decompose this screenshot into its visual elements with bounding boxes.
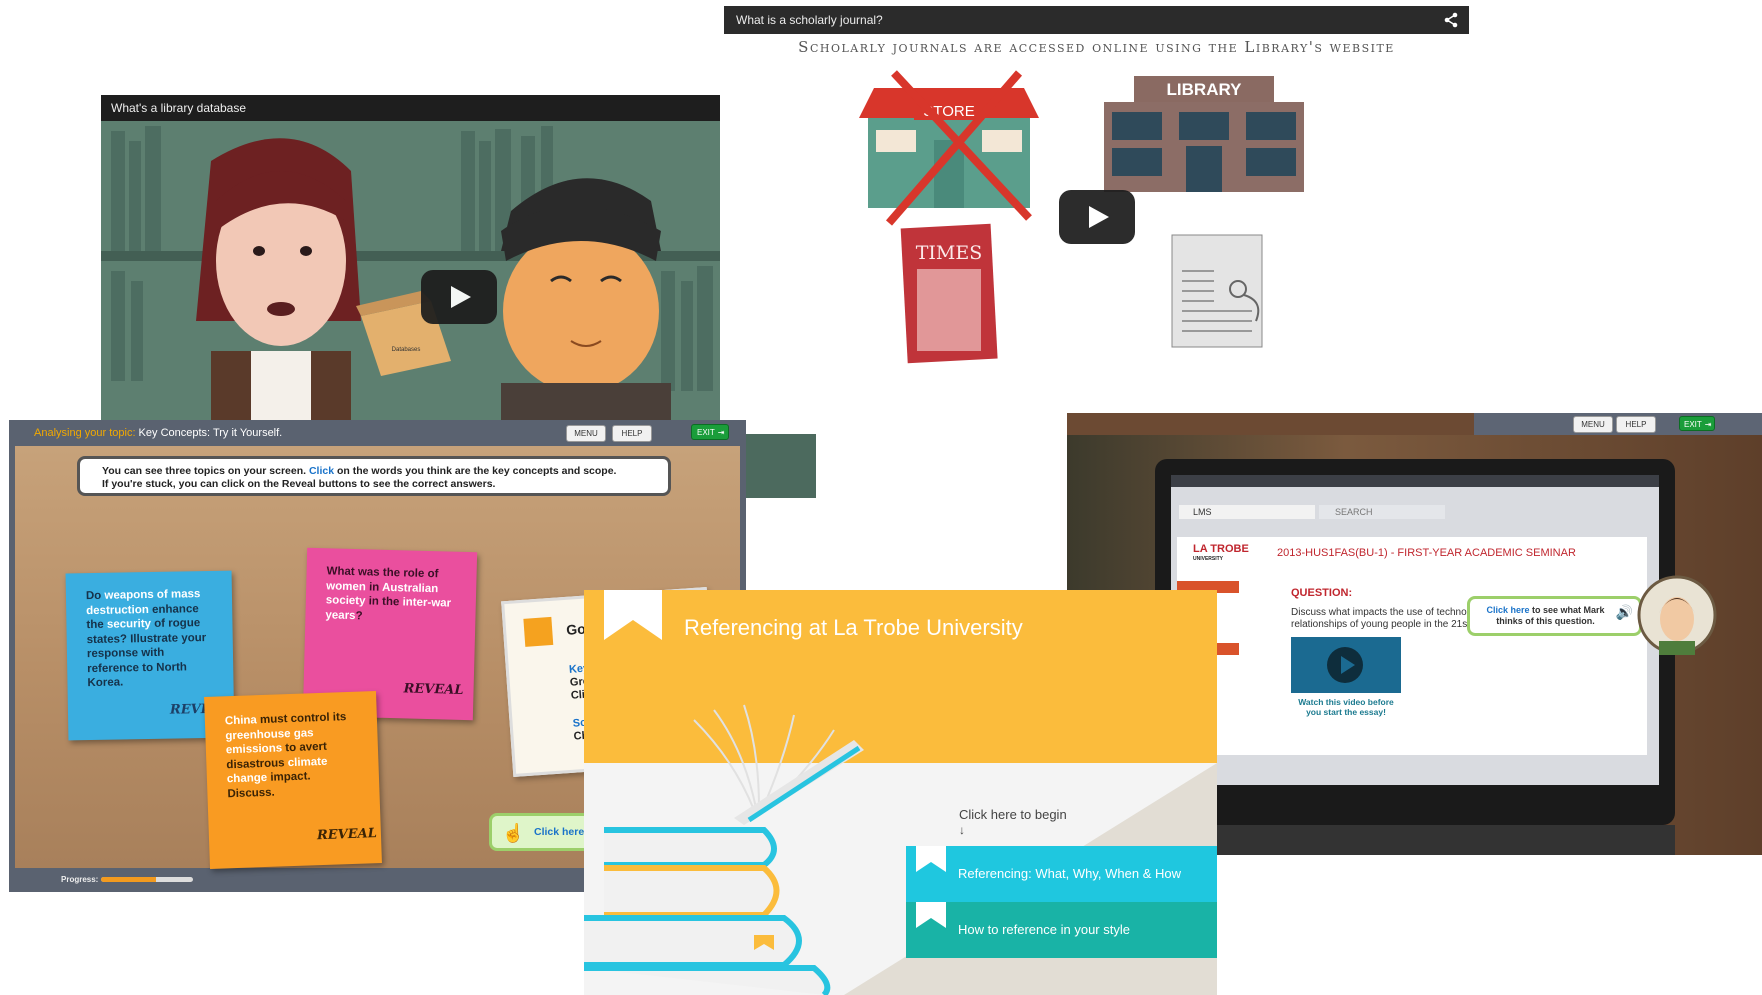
instruction-text: You can see three topics on your screen. xyxy=(102,465,309,477)
lms-toolbar: MENU HELP EXIT ⇥ xyxy=(1474,413,1762,435)
question-heading: QUESTION: xyxy=(1291,587,1353,599)
course-title: 2013-HUS1FAS(BU-1) - FIRST-YEAR ACADEMIC… xyxy=(1277,547,1576,559)
exit-label: EXIT xyxy=(697,428,715,437)
bookshelf-background: Databases xyxy=(101,121,720,425)
breadcrumb: Analysing your topic: Key Concepts: Try … xyxy=(34,427,282,439)
instruction-text-end: on the words you think are the key conce… xyxy=(334,465,617,477)
books-illustration xyxy=(584,704,864,995)
exit-button[interactable]: EXIT ⇥ xyxy=(1679,416,1715,431)
library-sign: LIBRARY xyxy=(1167,80,1243,99)
concept-word[interactable]: women xyxy=(326,580,366,593)
background-panel xyxy=(746,434,816,498)
menu-button[interactable]: MENU xyxy=(566,425,606,442)
progress-bar xyxy=(101,877,193,882)
button-reference-your-style[interactable]: How to reference in your style xyxy=(906,902,1217,958)
instruction-line-2: If you're stuck, you can click on the Re… xyxy=(102,478,496,490)
video-title: What's a library database xyxy=(111,101,247,115)
scholarly-journal-video[interactable]: What is a scholarly journal? Scholarly j… xyxy=(724,6,1469,426)
lms-page: LA TROBE UNIVERSITY 2013-HUS1FAS(BU-1) -… xyxy=(1177,537,1647,755)
tab-lms[interactable]: LMS xyxy=(1179,505,1315,519)
begin-prompt: Click here to begin xyxy=(959,807,1067,822)
hand-pointer-icon: ☝ xyxy=(502,823,525,843)
down-arrow-icon: ↓ xyxy=(959,823,965,837)
exit-icon: ⇥ xyxy=(717,428,725,437)
store-illustration: STORE xyxy=(859,70,1039,226)
video-title: What is a scholarly journal? xyxy=(736,13,883,27)
tab-search[interactable]: SEARCH xyxy=(1319,505,1445,519)
play-triangle xyxy=(1341,656,1355,674)
reveal-button[interactable]: REVEAL xyxy=(317,826,377,844)
share-icon[interactable] xyxy=(1443,12,1459,28)
help-button[interactable]: HELP xyxy=(612,425,652,442)
box-label: Databases xyxy=(392,347,421,353)
help-button[interactable]: HELP xyxy=(1616,416,1656,433)
video-title-bar: What's a library database xyxy=(101,95,720,121)
button-referencing-what-why[interactable]: Referencing: What, Why, When & How xyxy=(906,846,1217,902)
instruction-box: You can see three topics on your screen.… xyxy=(77,456,671,496)
referencing-module: Referencing at La Trobe University Click… xyxy=(584,590,1217,995)
video-subtitle: Scholarly journals are accessed online u… xyxy=(798,38,1395,56)
callout-link[interactable]: Click here xyxy=(1486,605,1529,615)
university-sub: UNIVERSITY xyxy=(1193,556,1224,562)
concept-word[interactable]: China xyxy=(225,714,257,727)
bookmark-icon xyxy=(916,902,946,928)
exit-label: EXIT xyxy=(1684,420,1702,429)
click-here-label: Click here t xyxy=(534,826,591,838)
topic-note-orange[interactable]: China must control its greenhouse gas em… xyxy=(204,691,382,869)
button-label: How to reference in your style xyxy=(958,922,1130,937)
module-title: Referencing at La Trobe University xyxy=(684,615,1023,640)
activity-header: Analysing your topic: Key Concepts: Try … xyxy=(9,420,746,446)
video-title-bar: What is a scholarly journal? xyxy=(724,6,1469,34)
answer-card-square xyxy=(523,616,554,647)
mark-avatar[interactable] xyxy=(1637,573,1717,657)
magazine-illustration: TIMES xyxy=(900,223,998,364)
bookmark-icon xyxy=(604,590,662,640)
laptop-keyboard xyxy=(1155,825,1675,855)
progress-fill xyxy=(101,877,157,882)
concept-word[interactable]: security xyxy=(107,618,151,631)
mark-callout[interactable]: Click here to see what Mark thinks of th… xyxy=(1467,596,1642,636)
magazine-title: TIMES xyxy=(916,242,983,264)
journal-illustration xyxy=(1171,234,1263,348)
progress-label: Progress: xyxy=(61,875,99,884)
button-label: Referencing: What, Why, When & How xyxy=(958,866,1182,881)
video-thumbnail[interactable] xyxy=(1291,637,1401,693)
library-illustration: LIBRARY xyxy=(1104,76,1304,192)
menubar xyxy=(1171,475,1659,487)
reveal-button[interactable]: REVEAL xyxy=(403,681,463,698)
play-button[interactable] xyxy=(421,270,497,324)
speaker-icon[interactable]: 🔊 xyxy=(1616,605,1633,619)
play-button[interactable] xyxy=(1059,190,1135,244)
exit-button[interactable]: EXIT ⇥ xyxy=(691,424,729,440)
instruction-click-word: Click xyxy=(308,465,335,477)
breadcrumb-topic: Analysing your topic: xyxy=(34,427,136,439)
breadcrumb-title: Key Concepts: Try it Yourself. xyxy=(135,427,283,439)
bookmark-icon xyxy=(916,846,946,872)
video-caption: Watch this video before you start the es… xyxy=(1298,697,1394,717)
library-database-video[interactable]: Databases What's a library database xyxy=(101,95,720,425)
menu-button[interactable]: MENU xyxy=(1573,416,1613,433)
exit-icon: ⇥ xyxy=(1704,420,1712,429)
university-name: LA TROBE xyxy=(1193,543,1249,555)
